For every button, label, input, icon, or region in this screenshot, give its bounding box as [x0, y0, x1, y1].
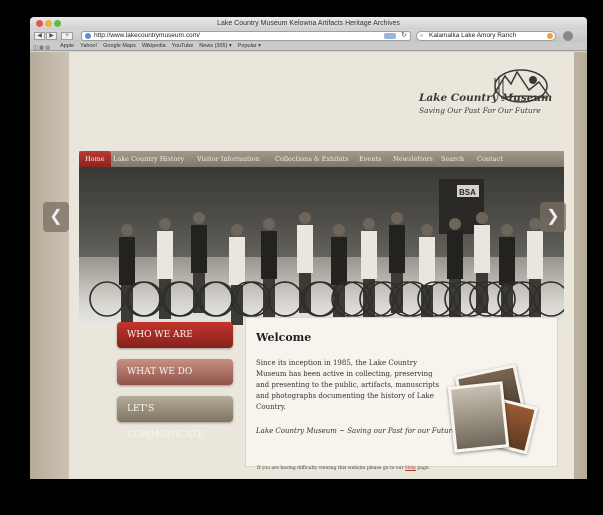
cyclist-head	[501, 224, 513, 236]
bookmarks-bar: ◫ ▦ ▤ Apple Yahoo! Google Maps Wikipedia You…	[30, 42, 587, 51]
cyclist-head	[121, 224, 133, 236]
cyclist-figure	[474, 225, 490, 273]
cyclist-figure	[261, 231, 277, 279]
welcome-motto: Lake Country Museum ~ Saving our Past fo…	[256, 427, 456, 435]
forward-button[interactable]: ▶	[46, 32, 57, 40]
cyclist-head	[363, 218, 375, 230]
clear-search-icon[interactable]	[547, 33, 553, 39]
bookmark-item[interactable]: Wikipedia	[142, 43, 166, 49]
close-window-icon[interactable]	[36, 20, 43, 27]
cyclist-head	[449, 218, 461, 230]
cyclist-figure	[297, 225, 313, 273]
cyclist-head	[263, 218, 275, 230]
search-value: Kalamalka Lake Amory Ranch	[429, 32, 517, 39]
bsa-sign-text: BSA	[459, 188, 476, 197]
footer-text: If you are having difficulty viewing thi…	[257, 466, 406, 471]
bicycle-wheel	[127, 281, 163, 317]
cyclist-head	[231, 224, 243, 236]
menu-item-newsletters[interactable]: Newsletters	[393, 151, 433, 167]
bicycle-wheel	[199, 281, 235, 317]
cyclist-figure	[191, 225, 207, 273]
cyclist-head	[421, 224, 433, 236]
photo-collage	[447, 362, 541, 457]
bookmark-item[interactable]: Apple	[60, 43, 74, 49]
lets-communicate-button[interactable]: LET'S COMMUNICATE	[117, 396, 233, 440]
previous-slide-arrow-icon[interactable]: ❮	[43, 202, 69, 232]
collage-photo	[447, 381, 510, 453]
cyclist-figure	[447, 231, 463, 279]
search-field[interactable]: ⌕ Kalamalka Lake Amory Ranch	[416, 31, 556, 41]
cyclist-head	[159, 218, 171, 230]
address-url: http://www.lakecountrymuseum.com/	[94, 32, 200, 39]
main-menu: Home Lake Country History Visitor Informat…	[79, 151, 564, 167]
globe-icon	[85, 33, 91, 39]
bookmark-item[interactable]: YouTube	[172, 43, 194, 49]
menu-item-search[interactable]: Search	[441, 151, 464, 167]
address-bar[interactable]: http://www.lakecountrymuseum.com/ ↻	[81, 31, 411, 41]
cyclist-figure	[527, 231, 543, 279]
reload-icon[interactable]: ↻	[401, 32, 407, 40]
menu-item-events[interactable]: Events	[359, 151, 381, 167]
window-title: Lake Country Museum Kelowna Artifacts He…	[217, 20, 400, 27]
rss-icon[interactable]	[384, 33, 396, 39]
cyclist-legs	[263, 279, 275, 319]
site-logo[interactable]: Lake Country Museum Saving Our Past For …	[419, 66, 569, 126]
bookmark-item[interactable]: Popular ▾	[238, 43, 261, 49]
who-we-are-button[interactable]: WHO WE ARE	[117, 322, 233, 348]
minimize-window-icon[interactable]	[45, 20, 52, 27]
footer-text-end: page.	[415, 466, 430, 471]
help-link[interactable]: Help	[405, 466, 416, 471]
cyclist-figure	[499, 237, 515, 285]
cyclist-figure	[419, 237, 435, 285]
cyclist-figure	[157, 231, 173, 279]
browser-toolbar: ◀ ▶ + http://www.lakecountrymuseum.com/ …	[30, 30, 587, 42]
next-slide-arrow-icon[interactable]: ❯	[540, 202, 566, 232]
menu-item-lake-country-history[interactable]: Lake Country History	[113, 151, 184, 167]
bicycle-wheel	[89, 281, 125, 317]
back-button[interactable]: ◀	[34, 32, 45, 40]
title-bar: Lake Country Museum Kelowna Artifacts He…	[30, 17, 587, 30]
gear-icon[interactable]	[563, 31, 573, 41]
menu-item-contact[interactable]: Contact	[477, 151, 503, 167]
logo-title: Lake Country Museum	[419, 92, 553, 104]
cyclist-head	[333, 224, 345, 236]
cyclist-figure	[331, 237, 347, 285]
logo-tagline: Saving Our Past For Our Future	[419, 106, 541, 115]
add-bookmark-button[interactable]: +	[61, 32, 73, 40]
bookmark-list: Apple Yahoo! Google Maps Wikipedia YouTube Ne…	[60, 42, 267, 51]
what-we-do-button[interactable]: WHAT WE DO	[117, 359, 233, 385]
zoom-window-icon[interactable]	[54, 20, 61, 27]
cyclist-figure	[229, 237, 245, 285]
bookmark-item[interactable]: News (365) ▾	[199, 43, 231, 49]
cyclist-head	[476, 212, 488, 224]
cyclist-head	[391, 212, 403, 224]
menu-item-collections-exhibits[interactable]: Collections & Exhibits	[275, 151, 348, 167]
hero-slideshow-image: BSA	[79, 167, 564, 327]
welcome-title: Welcome	[256, 331, 312, 344]
cyclist-figure	[361, 231, 377, 279]
browser-window: Lake Country Museum Kelowna Artifacts He…	[30, 17, 587, 479]
welcome-panel: Welcome Since its inception in 1985, the…	[245, 317, 558, 467]
cyclist-figure	[389, 225, 405, 273]
cyclists-photo: BSA	[79, 167, 564, 325]
bookmark-item[interactable]: Google Maps	[103, 43, 136, 49]
cyclist-head	[299, 212, 311, 224]
cyclist-figure	[119, 237, 135, 285]
web-content: Lake Country Museum Saving Our Past For …	[30, 52, 587, 479]
help-footer-text: If you are having difficulty viewing thi…	[257, 466, 430, 471]
bookmark-item[interactable]: Yahoo!	[80, 43, 97, 49]
cyclist-head	[193, 212, 205, 224]
search-icon: ⌕	[420, 33, 424, 39]
menu-item-home[interactable]: Home	[79, 151, 111, 167]
museum-page: Lake Country Museum Saving Our Past For …	[69, 52, 574, 479]
welcome-body: Since its inception in 1985, the Lake Co…	[256, 359, 440, 411]
menu-item-visitor-information[interactable]: Visitor Information	[197, 151, 260, 167]
